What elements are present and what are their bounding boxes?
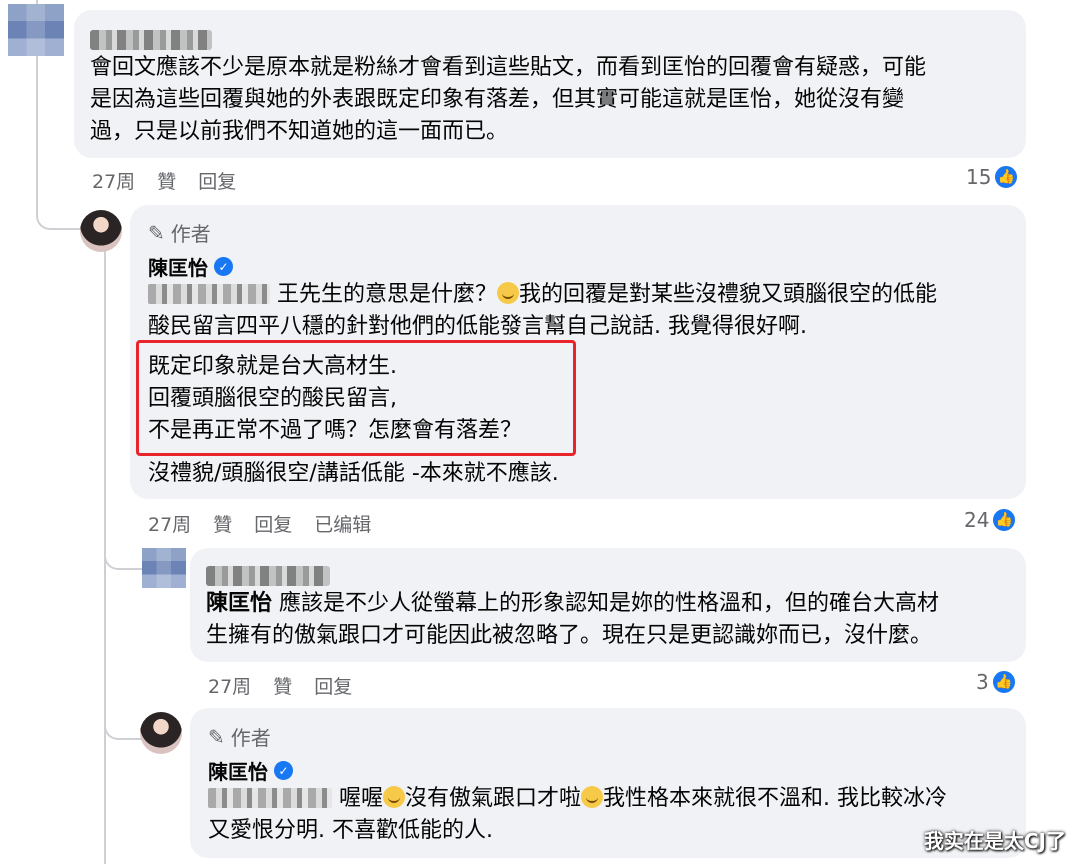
author-name-text: 陳匡怡 [148, 256, 208, 280]
commenter-name-redacted[interactable] [90, 30, 212, 50]
comment-text-line: 沒禮貌/頭腦很空/講話低能 -本來就不應該. [148, 461, 559, 486]
author-badge-label: 作者 [170, 222, 211, 246]
comment-text-segment: 沒有傲氣跟口才啦 [405, 786, 582, 811]
reaction-count-value: 24 [964, 508, 990, 532]
mention-link[interactable]: 陳匡怡 [206, 591, 272, 616]
author-badge-label: 作者 [230, 726, 271, 750]
highlighted-text-line: 不是再正常不過了嗎？怎麼會有落差？ [148, 418, 523, 443]
reply-button[interactable]: 回复 [314, 672, 352, 699]
comment-text-segment: 我的回覆是對某些沒禮貌又頭腦很空的低能 [519, 282, 938, 307]
mention-redacted[interactable] [208, 788, 332, 808]
author-name[interactable]: 陳匡怡 ✓ [208, 756, 293, 785]
smile-emoji-icon [581, 786, 604, 808]
thread-connector-2 [104, 530, 144, 570]
author-name-text: 陳匡怡 [208, 760, 268, 784]
reaction-count[interactable]: 15 👍 [966, 164, 1020, 190]
reply-button[interactable]: 回复 [198, 167, 236, 194]
comment-text-line: 酸民留言四平八穩的針對他們的低能發言幫自己說話. 我覺得很好啊. [148, 314, 807, 339]
timestamp[interactable]: 27周 [148, 510, 191, 537]
edited-label[interactable]: 已编辑 [314, 510, 371, 537]
avatar[interactable] [140, 712, 182, 754]
verified-badge-icon: ✓ [214, 257, 233, 276]
like-thumb-icon: 👍 [993, 164, 1020, 190]
pencil-icon: ✎ [208, 724, 225, 749]
comment-actions: 27周 贊 回复 [208, 672, 352, 699]
mention-redacted[interactable] [148, 284, 270, 304]
thread-connector [36, 180, 84, 230]
like-button[interactable]: 贊 [157, 167, 176, 194]
like-button[interactable]: 贊 [213, 510, 232, 537]
comment-text-segment: 王先生的意思是什麼？ [277, 282, 498, 307]
thread-connector-3 [104, 700, 144, 740]
author-badge: ✎ 作者 [208, 722, 271, 751]
avatar[interactable] [8, 4, 64, 56]
comment-text-line: 生擁有的傲氣跟口才可能因此被忽略了。現在只是更認識妳而已，沒什麼。 [206, 623, 933, 648]
reaction-count[interactable]: 3 👍 [976, 669, 1017, 695]
highlighted-text-line: 既定印象就是台大高材生. [148, 354, 397, 379]
reply-button[interactable]: 回复 [254, 510, 292, 537]
author-badge: ✎ 作者 [148, 218, 211, 247]
comment-text-line: 是因為這些回覆與她的外表跟既定印象有落差，但其實可能這就是匡怡，她從沒有變 [90, 87, 905, 112]
comment-text-line: 喔喔 沒有傲氣跟口才啦 我性格本來就很不溫和. 我比較冰冷 [208, 783, 947, 815]
like-thumb-icon: 👍 [990, 669, 1017, 695]
comment-actions: 27周 贊 回复 [92, 167, 236, 194]
comment-text-line: 會回文應該不少是原本就是粉絲才會看到這些貼文，而看到匡怡的回覆會有疑惑，可能 [90, 55, 927, 80]
reaction-count-value: 3 [976, 670, 989, 694]
comment-text-line: 又愛恨分明. 不喜歡低能的人. [208, 818, 493, 843]
verified-badge-icon: ✓ [274, 761, 293, 780]
comment-text-segment: 喔喔 [339, 786, 384, 811]
highlighted-text-line: 回覆頭腦很空的酸民留言, [148, 386, 397, 411]
reaction-count[interactable]: 24 👍 [964, 507, 1018, 533]
author-name[interactable]: 陳匡怡 ✓ [148, 252, 233, 281]
comment-actions: 27周 贊 回复 已编辑 [148, 510, 371, 537]
avatar[interactable] [142, 548, 186, 588]
comment-text-line: 過，只是以前我們不知道她的這一面而已。 [90, 119, 509, 144]
comment-text-segment: 我性格本來就很不溫和. 我比較冰冷 [603, 786, 948, 811]
comment-text-segment: 應該是不少人從螢幕上的形象認知是妳的性格溫和，但的確台大高材 [279, 591, 940, 616]
grinning-emoji-icon [497, 282, 520, 304]
timestamp[interactable]: 27周 [208, 672, 251, 699]
comment-text-line: 王先生的意思是什麼？ 我的回覆是對某些沒禮貌又頭腦很空的低能 [148, 279, 937, 311]
commenter-name-redacted[interactable] [206, 566, 330, 586]
pencil-icon: ✎ [148, 220, 165, 245]
avatar[interactable] [80, 210, 122, 252]
watermark: 我实在是太CJ了 [923, 829, 1066, 853]
like-button[interactable]: 贊 [273, 672, 292, 699]
smile-emoji-icon [383, 786, 406, 808]
like-thumb-icon: 👍 [991, 507, 1018, 533]
timestamp[interactable]: 27周 [92, 167, 135, 194]
reaction-count-value: 15 [966, 165, 992, 189]
comment-text-line: 陳匡怡 應該是不少人從螢幕上的形象認知是妳的性格溫和，但的確台大高材 [206, 588, 939, 620]
